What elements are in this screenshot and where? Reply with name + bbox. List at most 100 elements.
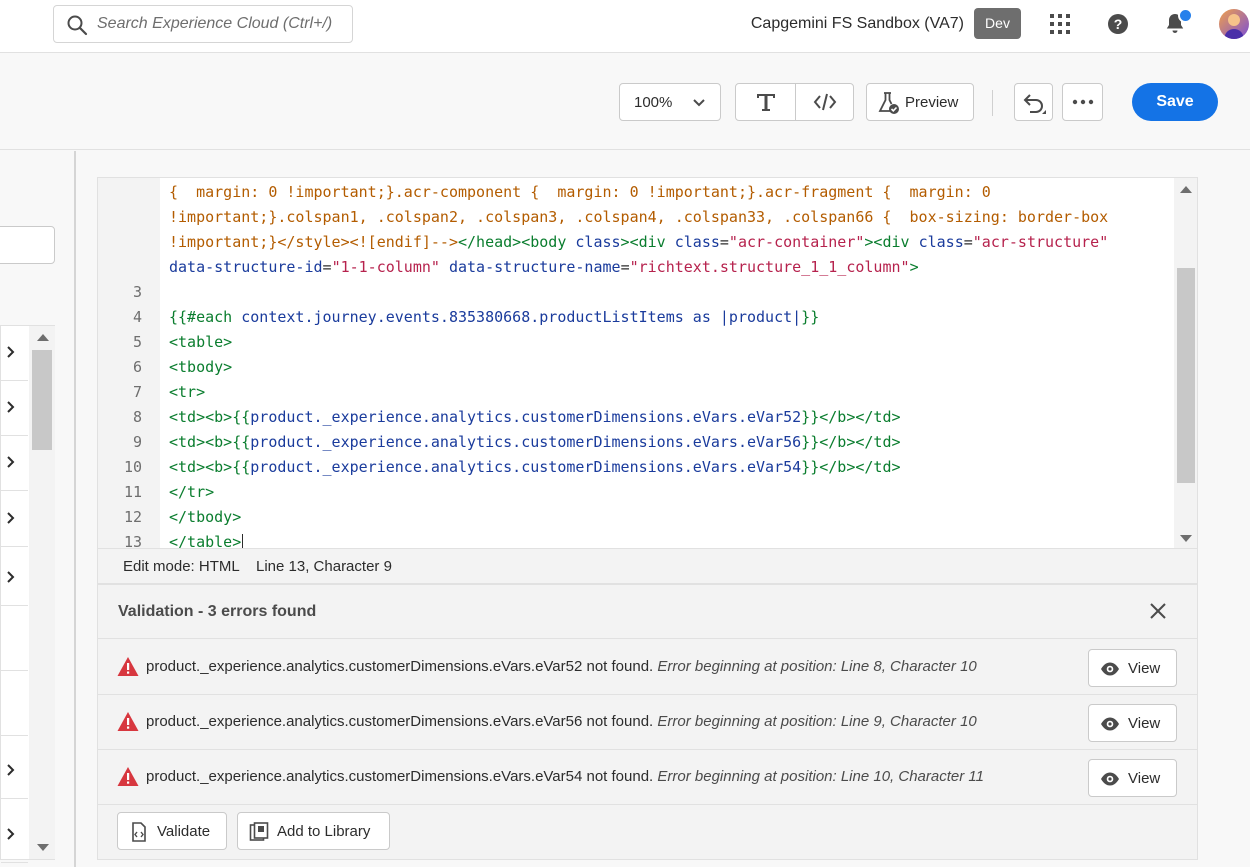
view-error-button[interactable]: View <box>1088 759 1177 797</box>
line-number: 9 <box>132 433 142 451</box>
left-panel-scrollbar[interactable] <box>29 326 55 859</box>
error-text: product._experience.analytics.customerDi… <box>146 658 654 675</box>
save-button[interactable]: Save <box>1132 83 1218 121</box>
validation-panel: Validation - 3 errors found product._exp… <box>97 584 1198 860</box>
help-icon[interactable]: ? <box>1106 12 1130 36</box>
preview-label: Preview <box>905 94 959 111</box>
undo-button[interactable] <box>1014 83 1053 121</box>
line-number <box>98 255 142 280</box>
close-icon[interactable] <box>1148 601 1168 621</box>
add-to-library-label: Add to Library <box>277 823 371 840</box>
code-line[interactable]: </tr> <box>169 480 214 505</box>
add-to-library-button[interactable]: Add to Library <box>237 812 390 850</box>
line-number: 4 <box>132 308 142 326</box>
line-number: 13 <box>123 533 142 549</box>
list-item[interactable] <box>1 492 28 547</box>
list-item[interactable] <box>1 681 28 736</box>
org-switcher[interactable]: Capgemini FS Sandbox (VA7) <box>751 15 964 33</box>
error-message: product._experience.analytics.customerDi… <box>146 713 977 730</box>
error-text: product._experience.analytics.customerDi… <box>146 768 654 785</box>
code-line[interactable]: {{#each context.journey.events.835380668… <box>169 305 819 330</box>
line-number-gutter: 3 4 5 6 7 8 9 10 11 12 13 <box>98 178 160 549</box>
code-line[interactable]: <td><b>{{product._experience.analytics.c… <box>169 430 901 455</box>
alert-icon <box>117 767 139 786</box>
error-position: Error beginning at position: Line 9, Cha… <box>657 713 977 730</box>
code-line[interactable]: <td><b>{{product._experience.analytics.c… <box>169 405 901 430</box>
more-actions-button[interactable] <box>1062 83 1103 121</box>
alert-icon <box>117 712 139 731</box>
line-number: 12 <box>123 508 142 526</box>
avatar[interactable] <box>1219 9 1249 39</box>
left-panel-search-field[interactable] <box>0 226 55 264</box>
list-item[interactable] <box>1 326 28 381</box>
validation-footer: Validate Add to Library <box>98 806 1197 860</box>
preview-button[interactable]: Preview <box>866 83 974 121</box>
validation-error-row: product._experience.analytics.customerDi… <box>98 640 1197 695</box>
chevron-right-icon <box>7 346 15 358</box>
scroll-down-icon[interactable] <box>37 844 49 851</box>
code-line[interactable]: data-structure-id="1-1-column" data-stru… <box>169 255 919 280</box>
code-line[interactable]: </table> <box>169 530 241 548</box>
apps-grid-icon[interactable] <box>1048 12 1072 36</box>
code-mode-button[interactable] <box>796 84 855 120</box>
search-icon <box>67 15 88 36</box>
validation-error-row: product._experience.analytics.customerDi… <box>98 750 1197 805</box>
validation-error-row: product._experience.analytics.customerDi… <box>98 695 1197 750</box>
alert-icon <box>117 657 139 676</box>
scroll-up-icon[interactable] <box>37 334 49 341</box>
search-input[interactable]: Search Experience Cloud (Ctrl+/) <box>53 5 353 43</box>
list-item[interactable] <box>1 616 28 671</box>
scroll-up-icon[interactable] <box>1180 186 1192 193</box>
code-line[interactable]: <tbody> <box>169 355 232 380</box>
line-number: 11 <box>123 483 142 501</box>
error-text: product._experience.analytics.customerDi… <box>146 713 654 730</box>
list-item[interactable] <box>1 808 28 863</box>
scrollbar-thumb[interactable] <box>1177 268 1195 483</box>
list-item[interactable] <box>1 381 28 436</box>
chevron-right-icon <box>7 828 15 840</box>
eye-icon <box>1101 717 1119 731</box>
html-code-editor[interactable]: 3 4 5 6 7 8 9 10 11 12 13 { margin: 0 !important;}… <box>97 177 1198 549</box>
chevron-right-icon <box>7 512 15 524</box>
line-number: 3 <box>132 283 142 301</box>
view-mode-toggle <box>735 83 854 121</box>
code-line[interactable]: !important;}</style><![endif]--></head><… <box>169 230 1108 255</box>
eye-icon <box>1101 662 1119 676</box>
zoom-select[interactable]: 100% <box>619 83 721 121</box>
cursor-position: Line 13, Character 9 <box>256 558 392 575</box>
list-item[interactable] <box>1 551 28 606</box>
error-message: product._experience.analytics.customerDi… <box>146 658 977 675</box>
view-error-button[interactable]: View <box>1088 649 1177 687</box>
validation-title: Validation - 3 errors found <box>118 603 317 620</box>
list-item[interactable] <box>1 436 28 491</box>
editor-scrollbar[interactable] <box>1174 178 1197 548</box>
svg-text:?: ? <box>1114 16 1123 32</box>
code-file-icon <box>132 822 146 842</box>
code-line[interactable]: <tr> <box>169 380 205 405</box>
error-message: product._experience.analytics.customerDi… <box>146 768 984 785</box>
chevron-right-icon <box>7 456 15 468</box>
scrollbar-thumb[interactable] <box>32 350 52 450</box>
code-line[interactable]: </tbody> <box>169 505 241 530</box>
environment-badge[interactable]: Dev <box>974 8 1021 39</box>
code-line[interactable]: !important;}.colspan1, .colspan2, .colsp… <box>169 205 1108 230</box>
code-line[interactable]: <table> <box>169 330 232 355</box>
chevron-down-icon <box>693 99 705 107</box>
avatar-image-icon <box>1224 14 1244 39</box>
chevron-right-icon <box>7 764 15 776</box>
code-content[interactable]: { margin: 0 !important;}.acr-component {… <box>169 178 1169 548</box>
text-mode-button[interactable] <box>736 84 795 120</box>
code-line[interactable]: { margin: 0 !important;}.acr-component {… <box>169 180 991 205</box>
toolbar-divider <box>992 90 993 116</box>
line-number: 6 <box>132 358 142 376</box>
list-item[interactable] <box>1 744 28 799</box>
view-error-button[interactable]: View <box>1088 704 1177 742</box>
error-position: Error beginning at position: Line 8, Cha… <box>657 658 977 675</box>
top-header: Search Experience Cloud (Ctrl+/) Capgemi… <box>0 0 1250 53</box>
zoom-value: 100% <box>634 94 673 111</box>
line-number: 5 <box>132 333 142 351</box>
line-number: 7 <box>132 383 142 401</box>
scroll-down-icon[interactable] <box>1180 535 1192 542</box>
code-line[interactable]: <td><b>{{product._experience.analytics.c… <box>169 455 901 480</box>
validate-button[interactable]: Validate <box>117 812 227 850</box>
